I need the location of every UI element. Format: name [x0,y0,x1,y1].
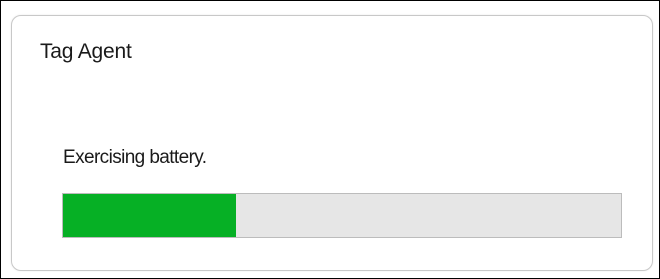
progress-bar-fill [63,194,236,237]
status-text: Exercising battery. [63,147,207,168]
progress-bar [62,193,622,238]
progress-dialog: Tag Agent Exercising battery. [11,15,653,271]
dialog-title: Tag Agent [40,40,132,63]
screenshot-frame: Tag Agent Exercising battery. [0,0,660,279]
